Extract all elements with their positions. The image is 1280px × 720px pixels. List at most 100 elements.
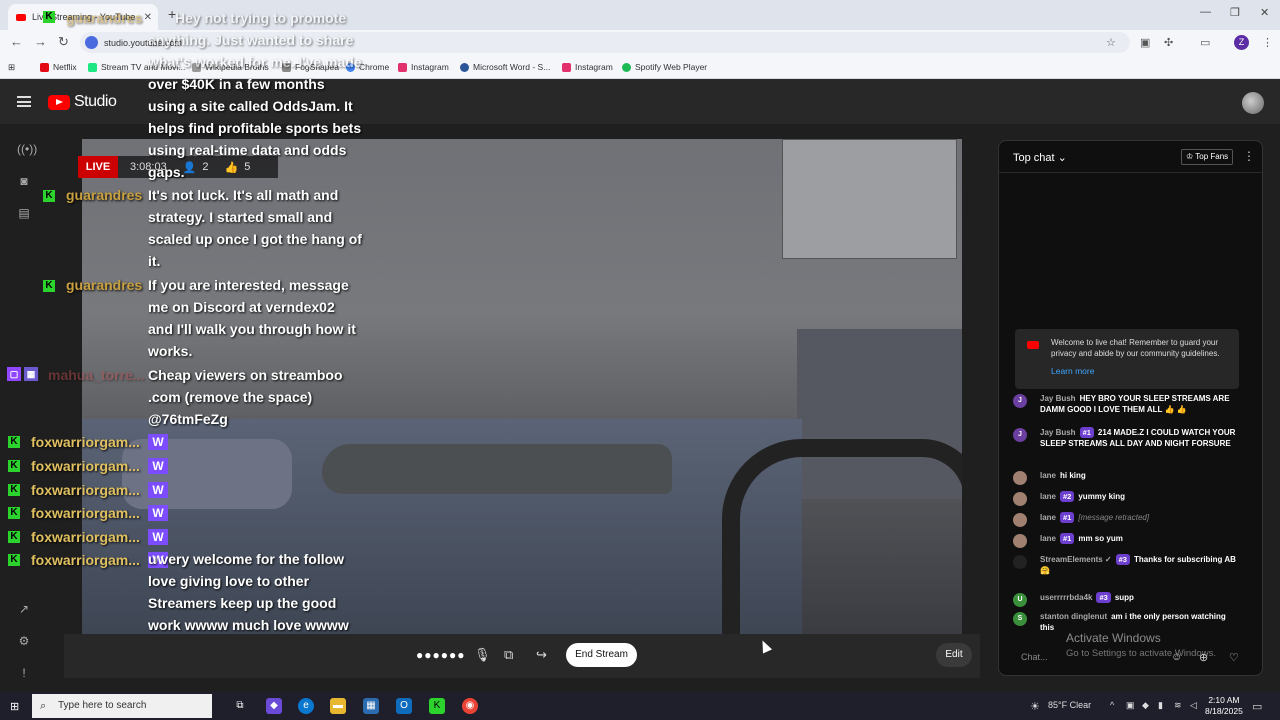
member-rank-badge: #2 xyxy=(1060,491,1075,502)
chat-avatar[interactable] xyxy=(1013,471,1027,485)
studio-logo[interactable]: Studio xyxy=(48,93,117,111)
chat-avatar[interactable] xyxy=(1013,534,1027,548)
hulu-icon xyxy=(88,62,97,72)
extension-icon[interactable]: ▣ xyxy=(1140,36,1150,49)
store-icon[interactable]: ▦ xyxy=(363,698,379,714)
chat-author-name[interactable]: stanton dinglenut xyxy=(1040,612,1107,621)
system-clock[interactable]: 2:10 AM 8/18/2025 xyxy=(1205,695,1243,717)
forward-icon[interactable]: → xyxy=(34,34,47,49)
show-hidden-icons[interactable]: ^ xyxy=(1110,700,1114,710)
feedback-icon[interactable]: ! xyxy=(17,666,31,680)
chat-avatar[interactable]: J xyxy=(1013,394,1027,408)
weather-text[interactable]: 85°F Clear xyxy=(1048,700,1091,710)
overlay-username: foxwarriorgam... xyxy=(31,482,140,498)
bookmark-instagram[interactable]: Instagram xyxy=(398,62,449,72)
site-info-icon[interactable] xyxy=(85,36,98,49)
w-emote-badge: W xyxy=(148,529,168,545)
chat-mode-dropdown[interactable]: Top chat ⌄ xyxy=(1013,151,1067,164)
bookmark-instagram-2[interactable]: Instagram xyxy=(562,62,613,72)
menu-icon[interactable] xyxy=(17,96,31,107)
edge-icon[interactable]: e xyxy=(298,698,314,714)
minimize-icon[interactable]: — xyxy=(1200,6,1211,18)
screen-share-icon[interactable]: ⧉ xyxy=(504,647,513,663)
channel-avatar[interactable] xyxy=(1242,92,1264,114)
chrome-icon[interactable]: ◉ xyxy=(462,698,478,714)
chat-avatar[interactable] xyxy=(1013,492,1027,506)
maximize-icon[interactable]: ❐ xyxy=(1230,6,1240,19)
live-badge: LIVE xyxy=(78,156,118,178)
apps-grid-icon[interactable]: ⊞ xyxy=(8,62,15,73)
kick-icon: K xyxy=(8,484,20,496)
w-emote-badge: W xyxy=(148,482,168,498)
browser-menu-icon[interactable]: ⋮ xyxy=(1262,36,1273,49)
end-stream-button[interactable]: End Stream xyxy=(566,643,637,667)
chat-author-name[interactable]: lane xyxy=(1040,534,1056,543)
chat-avatar[interactable] xyxy=(1013,513,1027,527)
twitch-icon: ▢ xyxy=(7,367,21,381)
chat-avatar[interactable]: J xyxy=(1013,428,1027,442)
activate-windows-subtitle: Go to Settings to activate Windows. xyxy=(1066,648,1216,659)
heart-icon[interactable]: ♡ xyxy=(1229,651,1239,664)
tray-app-icon[interactable]: ◆ xyxy=(1142,700,1149,711)
share-icon[interactable]: ↪ xyxy=(536,647,547,663)
reload-icon[interactable]: ↻ xyxy=(58,34,69,50)
youtube-logo-icon xyxy=(48,94,70,110)
settings-gear-icon[interactable]: ⚙ xyxy=(17,634,31,648)
copilot-icon[interactable]: ◆ xyxy=(266,698,282,714)
taskbar-search[interactable]: ⌕ Type here to search xyxy=(32,694,212,718)
profile-avatar[interactable]: Z xyxy=(1234,35,1249,50)
chat-author-name[interactable]: lane xyxy=(1040,492,1056,501)
kick-app-icon[interactable]: K xyxy=(429,698,445,714)
close-tab-icon[interactable]: ✕ xyxy=(144,12,152,23)
edit-button[interactable]: Edit xyxy=(936,643,972,667)
microphone-icon[interactable]: 🎙 xyxy=(474,647,491,663)
chat-author-name[interactable]: Jay Bush xyxy=(1040,394,1076,403)
calendar-icon[interactable]: ▤ xyxy=(17,206,31,220)
chat-author-name[interactable]: Jay Bush xyxy=(1040,428,1076,437)
puzzle-icon[interactable]: ✣ xyxy=(1164,36,1173,49)
back-icon[interactable]: ← xyxy=(10,34,23,49)
left-rail: ((•)) ◙ ▤ ↗ ⚙ ! xyxy=(0,124,48,692)
volume-icon[interactable]: ◁ xyxy=(1190,700,1197,711)
notifications-icon[interactable]: ▭ xyxy=(1252,700,1262,713)
task-view-icon[interactable]: ⧉ xyxy=(232,698,248,714)
chat-avatar[interactable]: U xyxy=(1013,593,1027,607)
close-window-icon[interactable]: ✕ xyxy=(1260,6,1269,19)
microphone-tray-icon[interactable]: ▮ xyxy=(1158,700,1163,711)
file-explorer-icon[interactable]: ▬ xyxy=(330,698,346,714)
kick-icon: K xyxy=(43,280,55,292)
side-panel-icon[interactable]: ▭ xyxy=(1200,36,1210,49)
tray-app-icon[interactable]: ▣ xyxy=(1126,700,1135,711)
chat-author-name[interactable]: lane xyxy=(1040,471,1056,480)
chat-author-name[interactable]: lane xyxy=(1040,513,1056,522)
chat-author-name[interactable]: StreamElements ✓ xyxy=(1040,555,1112,564)
overlay-message-line: what's worked for me. I've made xyxy=(148,54,362,70)
overlay-message-line: Hey not trying to promote xyxy=(175,10,347,26)
outlook-icon[interactable]: O xyxy=(396,698,412,714)
bookmark-spotify[interactable]: Spotify Web Player xyxy=(622,62,707,72)
member-rank-badge: #3 xyxy=(1096,592,1111,603)
bookmark-word[interactable]: Microsoft Word - S... xyxy=(460,62,550,72)
bookmark-star-icon[interactable]: ☆ xyxy=(1106,36,1116,49)
open-external-icon[interactable]: ↗ xyxy=(17,602,31,616)
learn-more-link[interactable]: Learn more xyxy=(1051,366,1094,376)
overlay-message-line: strategy. I started small and xyxy=(148,209,333,225)
overlay-message-line: It's not luck. It's all math and xyxy=(148,187,339,203)
youtube-favicon-icon xyxy=(16,13,26,21)
kick-icon: K xyxy=(8,436,20,448)
weather-icon: ☀ xyxy=(1030,701,1040,713)
overlay-username: mahua_torre... xyxy=(48,367,145,383)
bookmark-netflix[interactable]: Netflix xyxy=(40,62,77,72)
windows-start-icon[interactable]: ⊞ xyxy=(10,700,22,713)
netflix-icon xyxy=(40,62,49,72)
overlay-username: guarandres xyxy=(66,187,143,203)
chat-avatar[interactable]: S xyxy=(1013,612,1027,626)
top-fans-button[interactable]: ♔ Top Fans xyxy=(1181,149,1234,165)
camera-icon[interactable]: ◙ xyxy=(17,174,31,188)
more-options-icon[interactable]: ⋮ xyxy=(1243,149,1255,163)
chat-author-name[interactable]: userrrrrbda4k xyxy=(1040,593,1092,602)
chat-avatar[interactable] xyxy=(1013,555,1027,569)
live-broadcast-icon[interactable]: ((•)) xyxy=(17,142,37,156)
wifi-icon[interactable]: ≋ xyxy=(1174,700,1182,711)
overlay-message-line: anything. Just wanted to share xyxy=(148,32,354,48)
